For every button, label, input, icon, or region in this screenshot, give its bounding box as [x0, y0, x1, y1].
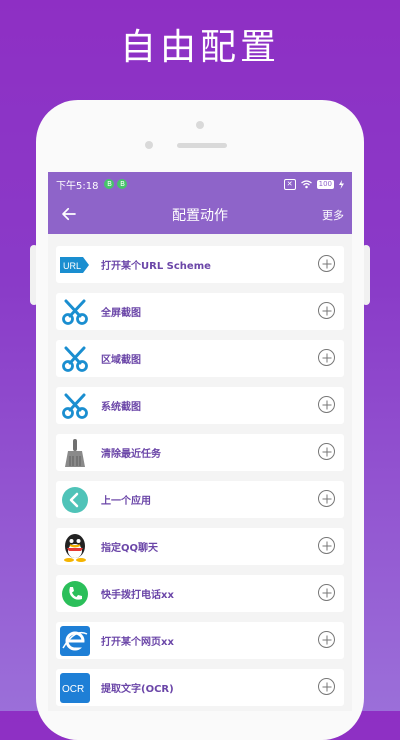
list-item[interactable]: URL 打开某个URL Scheme: [56, 246, 344, 283]
back-arrow-icon[interactable]: [60, 205, 78, 223]
scissors-icon: [59, 390, 91, 422]
ocr-icon: OCR: [59, 672, 91, 704]
notification-icon: B: [117, 179, 128, 189]
add-icon[interactable]: [318, 537, 335, 554]
scissors-icon: [59, 343, 91, 375]
list-item[interactable]: OCR 提取文字(OCR): [56, 669, 344, 706]
more-button[interactable]: 更多: [322, 207, 344, 223]
add-icon[interactable]: [318, 349, 335, 366]
list-item[interactable]: 上一个应用: [56, 481, 344, 518]
list-item-label: 打开某个URL Scheme: [101, 261, 211, 272]
add-icon[interactable]: [318, 443, 335, 460]
list-item-label: 区域截图: [101, 355, 141, 366]
svg-text:OCR: OCR: [62, 684, 84, 695]
list-item-label: 全屏截图: [101, 308, 141, 319]
broom-icon: [59, 437, 91, 469]
browser-e-icon: [59, 625, 91, 657]
add-icon[interactable]: [318, 631, 335, 648]
list-item-label: 上一个应用: [101, 496, 151, 507]
list-item[interactable]: 指定QQ聊天: [56, 528, 344, 565]
phone-screen: 下午5:18 B B ✕ 100 配置动作 更多 URL 打开某个URL Sch…: [48, 172, 352, 711]
list-item[interactable]: 区域截图: [56, 340, 344, 377]
phone-camera: [196, 121, 204, 129]
sim-icon: ✕: [283, 178, 296, 190]
charging-icon: [339, 179, 344, 189]
list-item-label: 提取文字(OCR): [101, 684, 174, 695]
add-icon[interactable]: [318, 678, 335, 695]
back-arrow-icon: [59, 484, 91, 516]
list-item-label: 系统截图: [101, 402, 141, 413]
action-list: URL 打开某个URL Scheme 全屏截图 区域截图 系统截图 清除最近任务…: [48, 234, 352, 706]
list-item-label: 指定QQ聊天: [101, 543, 159, 554]
add-icon[interactable]: [318, 302, 335, 319]
hero-title: 自由配置: [119, 27, 280, 68]
svg-text:URL: URL: [63, 261, 81, 271]
list-item[interactable]: 打开某个网页xx: [56, 622, 344, 659]
scissors-icon: [59, 296, 91, 328]
list-item[interactable]: 清除最近任务: [56, 434, 344, 471]
add-icon[interactable]: [318, 396, 335, 413]
url-icon: URL: [59, 249, 91, 281]
battery-icon: 100: [316, 179, 334, 189]
status-bar: 下午5:18 B B ✕ 100: [48, 172, 352, 196]
wifi-icon: [300, 179, 312, 188]
phone-sensor: [145, 141, 153, 149]
list-item[interactable]: 系统截图: [56, 387, 344, 424]
app-bar: 配置动作 更多: [48, 196, 352, 234]
add-icon[interactable]: [318, 490, 335, 507]
list-item[interactable]: 快手拨打电话xx: [56, 575, 344, 612]
list-item-label: 打开某个网页xx: [101, 637, 174, 648]
page-title: 配置动作: [172, 208, 228, 224]
status-time: 下午5:18: [56, 180, 99, 192]
notification-icon: B: [104, 179, 115, 189]
list-item[interactable]: 全屏截图: [56, 293, 344, 330]
add-icon[interactable]: [318, 584, 335, 601]
add-icon[interactable]: [318, 255, 335, 272]
qq-penguin-icon: [59, 531, 91, 563]
phone-speaker: [177, 143, 227, 148]
phone-icon: [59, 578, 91, 610]
list-item-label: 清除最近任务: [101, 449, 161, 460]
list-item-label: 快手拨打电话xx: [101, 590, 174, 601]
